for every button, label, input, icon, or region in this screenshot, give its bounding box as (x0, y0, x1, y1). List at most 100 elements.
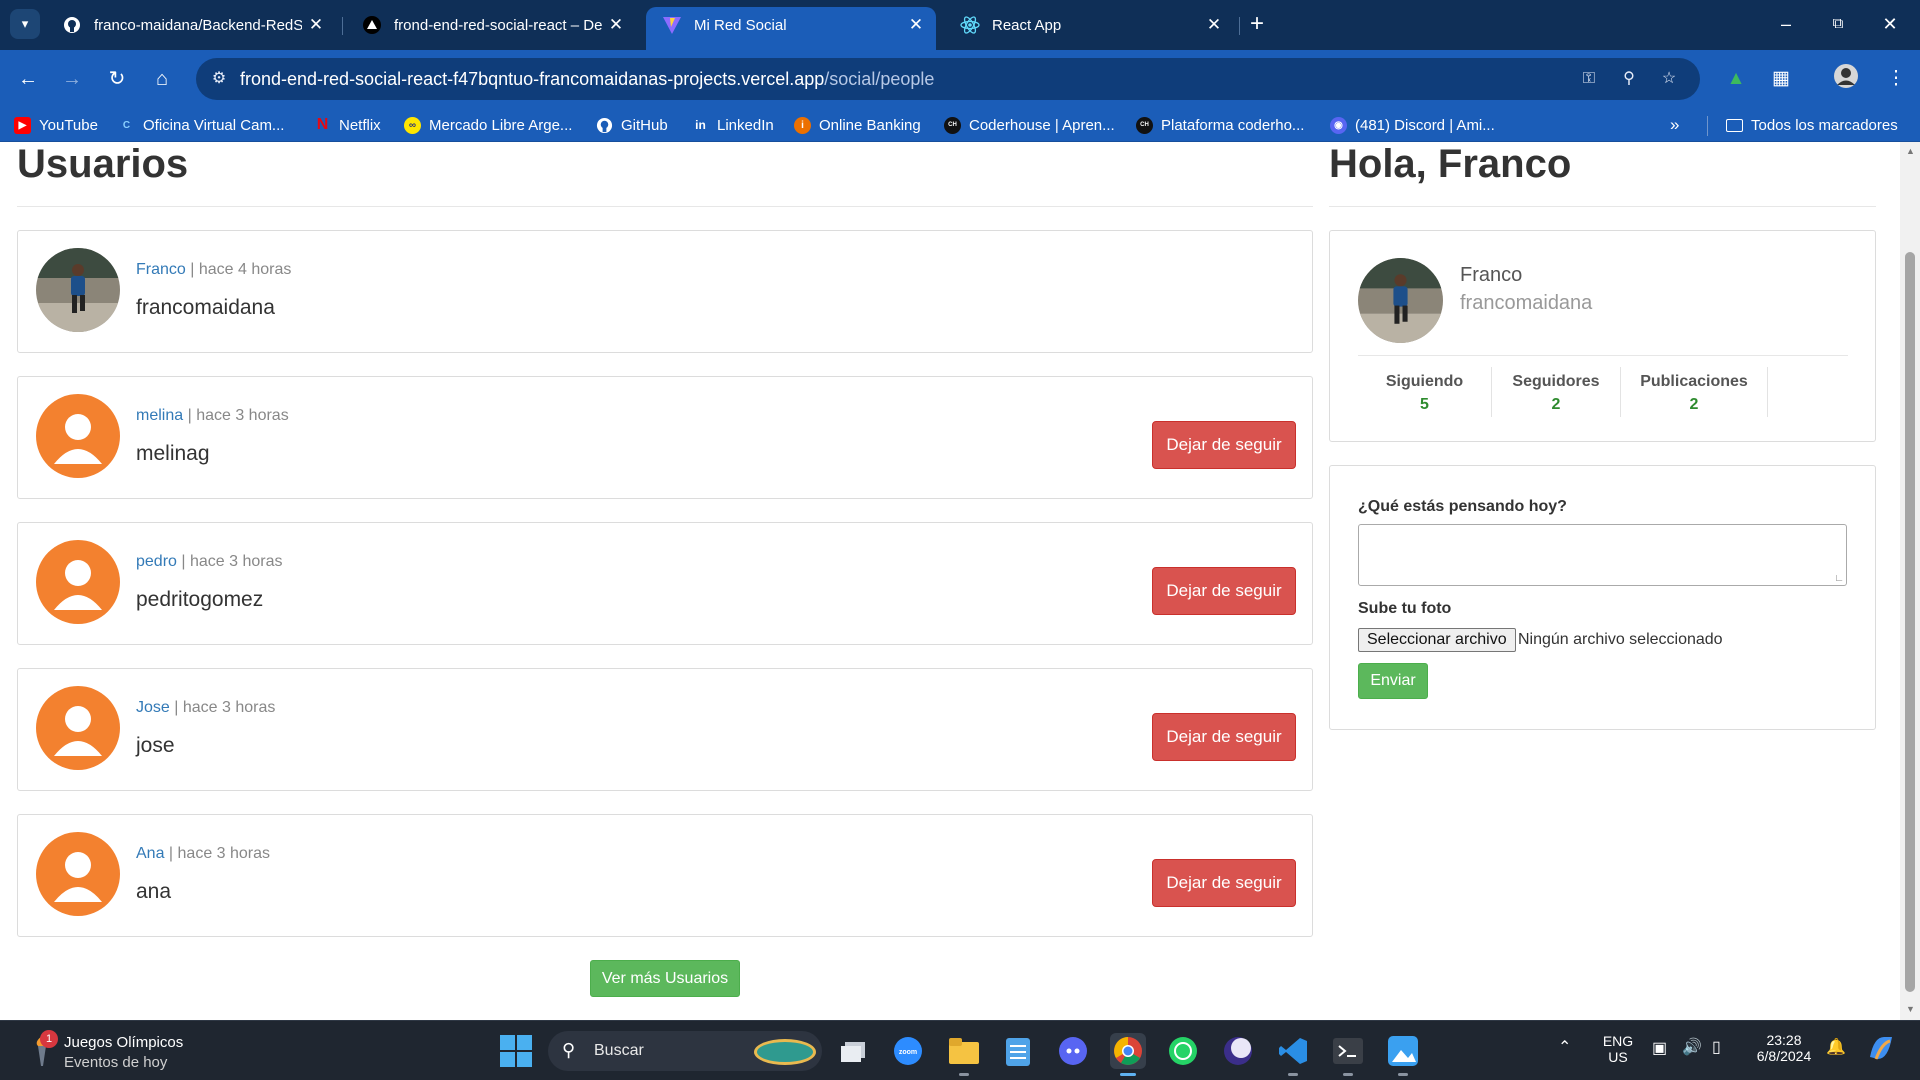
browser-tab-github[interactable]: franco-maidana/Backend-RedSocial ✕ (46, 7, 336, 43)
zoom-app-icon[interactable]: zoom (890, 1033, 926, 1069)
close-icon[interactable]: ✕ (902, 15, 930, 35)
bookmark-discord[interactable]: ◉ (481) Discord | Ami... (1330, 115, 1495, 135)
weather-news-widget[interactable]: 1 Juegos Olímpicos Eventos de hoy (26, 1030, 226, 1074)
unfollow-button[interactable]: Dejar de seguir (1152, 713, 1296, 761)
bookmark-mercado-libre[interactable]: ∞ Mercado Libre Arge... (404, 115, 572, 135)
notifications-bell-icon[interactable]: 🔔 (1826, 1037, 1846, 1057)
browser-tab-react-app[interactable]: React App ✕ (944, 7, 1234, 43)
close-icon[interactable]: ✕ (302, 15, 330, 35)
file-explorer-icon[interactable] (946, 1033, 982, 1076)
bookmark-online-banking[interactable]: i Online Banking (794, 115, 921, 135)
minimize-button[interactable]: – (1766, 8, 1806, 40)
whatsapp-icon[interactable] (1165, 1033, 1201, 1069)
bookmark-oficina-virtual[interactable]: C Oficina Virtual Cam... (118, 115, 285, 135)
close-icon[interactable]: ✕ (602, 15, 630, 35)
user-card: pedro | hace 3 horas pedritogomez Dejar … (17, 522, 1313, 645)
sidebar-divider (1329, 206, 1876, 207)
avatar[interactable] (36, 832, 120, 916)
copilot-icon[interactable] (1866, 1033, 1896, 1068)
user-link[interactable]: pedro (136, 553, 177, 570)
bookmark-netflix[interactable]: N Netflix (314, 115, 381, 135)
scrollbar-thumb[interactable] (1905, 252, 1915, 992)
avatar[interactable] (36, 540, 120, 624)
avatar[interactable] (36, 394, 120, 478)
close-window-button[interactable]: ✕ (1870, 8, 1910, 40)
stat-value: 2 (1689, 396, 1699, 413)
zoom-icon[interactable]: ⚲ (1618, 68, 1640, 90)
tab-title: frond-end-red-social-react – Deployment (394, 16, 602, 34)
photos-app-icon[interactable] (1385, 1033, 1421, 1076)
discord-app-icon[interactable] (1055, 1033, 1091, 1069)
extensions-puzzle-icon[interactable]: ▦ (1765, 63, 1797, 95)
avatar[interactable] (36, 686, 120, 770)
address-bar[interactable]: ⚙ frond-end-red-social-react-f47bqntuo-f… (196, 58, 1700, 100)
bookmark-star-icon[interactable]: ☆ (1658, 68, 1680, 90)
browser-tab-mi-red-social[interactable]: Mi Red Social ✕ (646, 7, 936, 50)
user-link[interactable]: Franco (136, 261, 186, 278)
bookmark-plataforma-coderhouse[interactable]: CH Plataforma coderho... (1136, 115, 1304, 135)
unfollow-button[interactable]: Dejar de seguir (1152, 421, 1296, 469)
stat-publications[interactable]: Publicaciones 2 (1621, 367, 1768, 417)
more-menu-icon[interactable]: ⋮ (1880, 63, 1912, 95)
search-icon: ⚲ (562, 1040, 576, 1060)
stat-following[interactable]: Siguiendo 5 (1358, 367, 1492, 417)
default-user-icon (54, 706, 102, 756)
profile-avatar[interactable] (1358, 258, 1443, 343)
language-indicator[interactable]: ENG US (1598, 1033, 1638, 1065)
windows-start-icon[interactable] (500, 1035, 532, 1067)
page-scrollbar[interactable]: ▲ ▼ (1900, 142, 1920, 1020)
profile-card: Franco francomaidana Siguiendo 5 Seguido… (1329, 230, 1876, 442)
task-view-icon[interactable] (836, 1033, 872, 1069)
bookmark-github[interactable]: GitHub (596, 115, 668, 135)
browser-tab-vercel[interactable]: frond-end-red-social-react – Deployment … (346, 7, 636, 43)
notification-badge: 1 (40, 1030, 58, 1048)
stat-followers[interactable]: Seguidores 2 (1492, 367, 1621, 417)
close-icon[interactable]: ✕ (1200, 15, 1228, 35)
vscode-icon[interactable] (1275, 1033, 1311, 1076)
file-select-button[interactable]: Seleccionar archivo (1358, 628, 1516, 652)
user-link[interactable]: Jose (136, 699, 170, 716)
chrome-app-icon[interactable] (1110, 1033, 1146, 1076)
notepad-icon[interactable] (1000, 1033, 1036, 1069)
bookmark-linkedin[interactable]: in LinkedIn (692, 115, 774, 135)
forward-button[interactable]: → (56, 63, 88, 95)
taskbar-search-input[interactable]: ⚲ Buscar (548, 1031, 822, 1071)
post-textarea[interactable]: ∟ (1358, 524, 1847, 586)
clock[interactable]: 23:28 6/8/2024 (1748, 1032, 1820, 1064)
network-icon[interactable]: ▣ (1652, 1038, 1667, 1058)
home-button[interactable]: ⌂ (146, 63, 178, 95)
user-time: hace 3 horas (182, 699, 276, 716)
bookmark-youtube[interactable]: ▶ YouTube (14, 115, 98, 135)
url-text[interactable]: frond-end-red-social-react-f47bqntuo-fra… (240, 69, 934, 90)
reload-button[interactable]: ↻ (101, 63, 133, 95)
unfollow-button[interactable]: Dejar de seguir (1152, 567, 1296, 615)
load-more-users-button[interactable]: Ver más Usuarios (590, 960, 740, 997)
back-button[interactable]: ← (12, 63, 44, 95)
profile-avatar-icon[interactable] (1830, 63, 1862, 95)
user-link[interactable]: Ana (136, 845, 164, 862)
new-tab-button[interactable]: + (1242, 10, 1272, 40)
restore-button[interactable]: ⧉ (1818, 8, 1858, 40)
user-link[interactable]: melina (136, 407, 183, 424)
eclipse-app-icon[interactable] (1220, 1033, 1256, 1069)
resize-grip-icon[interactable]: ∟ (1834, 573, 1844, 584)
unfollow-button[interactable]: Dejar de seguir (1152, 859, 1296, 907)
password-key-icon[interactable]: ⚿ (1578, 68, 1600, 90)
show-hidden-icons-chevron-icon[interactable]: ⌃ (1558, 1037, 1571, 1057)
site-settings-icon[interactable]: ⚙ (208, 68, 230, 90)
battery-icon[interactable]: ▯ (1712, 1037, 1721, 1057)
all-bookmarks-button[interactable]: Todos los marcadores (1726, 115, 1898, 135)
scroll-down-icon[interactable]: ▼ (1906, 1004, 1915, 1014)
scroll-up-icon[interactable]: ▲ (1906, 146, 1915, 156)
more-bookmarks-chevron-icon[interactable]: » (1670, 115, 1679, 135)
terminal-icon[interactable] (1330, 1033, 1366, 1076)
tab-title: Mi Red Social (694, 16, 787, 34)
users-divider (17, 206, 1313, 207)
bookmark-coderhouse[interactable]: CH Coderhouse | Apren... (944, 115, 1115, 135)
search-highlight-icon (754, 1039, 816, 1065)
avatar[interactable] (36, 248, 120, 332)
volume-icon[interactable]: 🔊 (1682, 1037, 1702, 1057)
submit-button[interactable]: Enviar (1358, 663, 1428, 699)
extension-tree-icon[interactable]: ▲ (1720, 63, 1752, 95)
tab-search-chevron-icon[interactable]: ▾ (10, 9, 40, 39)
